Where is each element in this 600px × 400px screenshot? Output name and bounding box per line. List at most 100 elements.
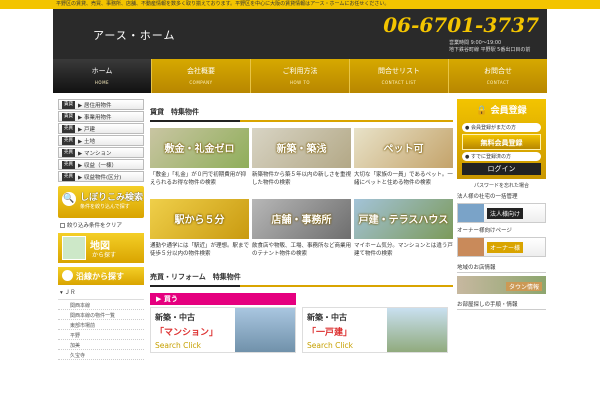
nav-howto[interactable]: ご利用方法 HOW TO xyxy=(251,59,350,93)
jr-header[interactable]: ▾ ＪＲ xyxy=(58,285,144,300)
not-registered-link[interactable]: ● 会員登録がまだの方 xyxy=(462,123,541,132)
sidebar-item-rent-business[interactable]: 賃貸 ▶ 事業用物件 xyxy=(58,111,144,122)
buy-card-mansion[interactable]: 新築・中古 「マンション」 Search Click xyxy=(150,307,296,353)
feature-image: 戸建・テラスハウス xyxy=(354,199,453,239)
feature-card-near-station[interactable]: 駅から５分 通勤や通学には「駅近」が理想。駅まで徒歩５分以内の物件検索 xyxy=(150,199,249,270)
member-title-text: 会員登録 xyxy=(490,106,527,116)
buy-section-title: 売買・リフォーム 特集物件 xyxy=(150,272,453,287)
nav-contact[interactable]: お問合せ CONTACT xyxy=(449,59,547,93)
owner-text: オーナー様向けページ xyxy=(457,228,512,234)
forgot-password-link[interactable]: パスワードを忘れた場合 xyxy=(457,182,546,189)
access-info: 地下鉄谷町線 平野駅 5番出口目の前 xyxy=(449,47,531,53)
sidebar-item-sale-income-unit[interactable]: 売買 ▶ 収益物件(区分) xyxy=(58,171,144,182)
not-registered-text: 会員登録がまだの方 xyxy=(470,125,516,131)
feature-caption: 戸建・テラスハウス xyxy=(358,215,449,226)
sidebar-item-sale-land[interactable]: 売買 ▶ 土地 xyxy=(58,135,144,146)
login-button[interactable]: ログイン xyxy=(462,163,541,175)
site-logo[interactable]: アース・ホーム xyxy=(93,27,175,43)
category-tag: 賃貸 xyxy=(62,112,75,121)
sidebar-item-label: ▶ 事業用物件 xyxy=(78,114,112,121)
feature-card-house-terrace[interactable]: 戸建・テラスハウス マイホーム気分。マンションとは違う戸建て物件の検索 xyxy=(354,199,453,270)
line-search-title: 沿線から探す xyxy=(76,272,124,281)
category-tag: 売買 xyxy=(62,136,75,145)
feature-desc: 通勤や通学には「駅近」が理想。駅まで徒歩５分以内の物件検索 xyxy=(150,243,250,257)
feature-caption: 駅から５分 xyxy=(174,215,225,226)
nav-home-en: HOME xyxy=(94,80,110,85)
owner-photo xyxy=(458,238,484,256)
sidebar-item-text: 収益物件(区分) xyxy=(83,174,122,181)
feature-image: ペット可 xyxy=(354,128,453,168)
sidebar-item-label: ▶ 戸建 xyxy=(78,126,95,133)
nav-howto-label: ご利用方法 xyxy=(282,67,318,75)
map-search-banner[interactable]: 地図 から探す xyxy=(58,233,144,263)
category-tag: 賃貸 xyxy=(62,100,75,109)
filter-search-sub: 条件を絞り込んで探す xyxy=(80,204,130,210)
register-button[interactable]: 無料会員登録 xyxy=(462,134,541,150)
business-info: 営業時間 9:00～19:00 地下鉄谷町線 平野駅 5番出口目の前 xyxy=(449,40,539,54)
feature-card-pet-ok[interactable]: ペット可 大切な「家族の一員」であるペット。一緒にペットと住める物件の検索 xyxy=(354,128,453,199)
clear-filter-label: 絞り込み条件をクリア xyxy=(67,223,123,229)
sidebar-item-sale-income-building[interactable]: 売買 ▶ 収益（一棟） xyxy=(58,159,144,170)
buy-card-cta: Search Click xyxy=(307,341,354,350)
category-tag: 売買 xyxy=(62,148,75,157)
site-header: アース・ホーム 06-6701-3737 営業時間 9:00～19:00 地下鉄… xyxy=(53,9,547,59)
buy-card-kind: 新築・中古 xyxy=(155,313,195,322)
buy-card-house[interactable]: 新築・中古 「一戸建」 Search Click xyxy=(302,307,448,353)
line-item[interactable]: 関西本線 xyxy=(58,300,144,310)
nav-contact-list[interactable]: 問合せリスト CONTACT LIST xyxy=(350,59,449,93)
already-registered-text: すでに登録済の方 xyxy=(470,154,512,160)
feature-card-no-deposit[interactable]: 敷金・礼金ゼロ 「敷金」「礼金」が０円で初期費用が抑えられるお得な物件の検索 xyxy=(150,128,249,199)
main-content: 賃貸 特集物件 敷金・礼金ゼロ 「敷金」「礼金」が０円で初期費用が抑えられるお得… xyxy=(150,99,453,353)
buy-tab-label: 買う xyxy=(163,295,178,303)
sidebar-item-sale-house[interactable]: 売買 ▶ 戸建 xyxy=(58,123,144,134)
line-item[interactable]: 平野 xyxy=(58,330,144,340)
feature-card-store-office[interactable]: 店舗・事務所 飲食店や物販、工場、事務所など商業用のテナント物件の検索 xyxy=(252,199,351,270)
sidebar-item-label: ▶ マンション xyxy=(78,150,112,157)
left-sidebar: 賃貸 ▶ 居住用物件 賃貸 ▶ 事業用物件 売買 ▶ 戸建 売買 ▶ 土地 売買 ▶ マン… xyxy=(58,99,144,360)
sidebar-item-sale-mansion[interactable]: 売買 ▶ マンション xyxy=(58,147,144,158)
main-nav: ホーム HOME 会社概要 COMPANY ご利用方法 HOW TO 問合せリスト CO… xyxy=(53,59,547,93)
checkbox-icon xyxy=(60,222,65,228)
clear-filter-link[interactable]: 絞り込み条件をクリア xyxy=(60,221,144,229)
sidebar-item-label: ▶ 収益物件(区分) xyxy=(78,174,122,181)
nav-contact-list-en: CONTACT LIST xyxy=(381,80,417,85)
buy-card-title: 「マンション」 xyxy=(155,328,219,338)
sidebar-item-text: 土地 xyxy=(83,138,95,145)
sidebar-item-text: 戸建 xyxy=(83,126,95,133)
buy-card-row: 新築・中古 「マンション」 Search Click 新築・中古 「一戸建」 S… xyxy=(150,307,453,353)
buy-tab-row: ▶ 買う xyxy=(150,293,453,305)
nav-company[interactable]: 会社概要 COMPANY xyxy=(152,59,251,93)
line-item[interactable]: 関西本線の物件一覧 xyxy=(58,310,144,320)
owner-banner[interactable]: オーナー様 xyxy=(457,237,546,257)
line-item[interactable]: 東部市場前 xyxy=(58,320,144,330)
jr-label: ＪＲ xyxy=(64,290,76,296)
corporate-banner[interactable]: 法人様向け xyxy=(457,203,546,223)
feature-image: 駅から５分 xyxy=(150,199,249,239)
nav-company-en: COMPANY xyxy=(189,80,213,85)
feature-desc: 新築物件から築５年以内の新しさを重視した物件の検索 xyxy=(252,172,352,186)
phone-number: 06-6701-3737 xyxy=(383,13,539,37)
feature-caption: 敷金・礼金ゼロ xyxy=(164,144,235,155)
filter-search-banner[interactable]: 🔍 しぼりこみ検索 条件を絞り込んで探す xyxy=(58,186,144,218)
category-tag: 売買 xyxy=(62,160,75,169)
town-info-label: タウン情報 xyxy=(505,282,542,291)
room-search-guide-title[interactable]: お部屋探しの手順・情報 xyxy=(457,300,546,310)
train-icon xyxy=(62,270,73,281)
sidebar-item-rent-residential[interactable]: 賃貸 ▶ 居住用物件 xyxy=(58,99,144,110)
right-sidebar: 🔒 会員登録 ● 会員登録がまだの方 無料会員登録 ● すでに登録済の方 ログイ… xyxy=(457,99,546,310)
rent-feature-grid: 敷金・礼金ゼロ 「敷金」「礼金」が０円で初期費用が抑えられるお得な物件の検索 新… xyxy=(150,128,453,270)
owner-banner-label: オーナー様 xyxy=(487,241,524,253)
line-item[interactable]: 久宝寺 xyxy=(58,350,144,360)
feature-desc: 飲食店や物販、工場、事務所など商業用のテナント物件の検索 xyxy=(252,243,352,257)
already-registered-link[interactable]: ● すでに登録済の方 xyxy=(462,152,541,161)
line-item[interactable]: 加美 xyxy=(58,340,144,350)
line-search-banner[interactable]: 沿線から探す xyxy=(58,267,144,285)
corporate-banner-label: 法人様向け xyxy=(487,207,524,219)
buy-card-kind: 新築・中古 xyxy=(307,313,347,322)
town-info-banner[interactable]: タウン情報 xyxy=(457,276,546,294)
feature-image: 店舗・事務所 xyxy=(252,199,351,239)
buy-tab[interactable]: ▶ 買う xyxy=(150,293,296,305)
nav-home[interactable]: ホーム HOME xyxy=(53,59,152,93)
nav-contact-list-label: 問合せリスト xyxy=(378,67,420,75)
feature-card-new-build[interactable]: 新築・築浅 新築物件から築５年以内の新しさを重視した物件の検索 xyxy=(252,128,351,199)
